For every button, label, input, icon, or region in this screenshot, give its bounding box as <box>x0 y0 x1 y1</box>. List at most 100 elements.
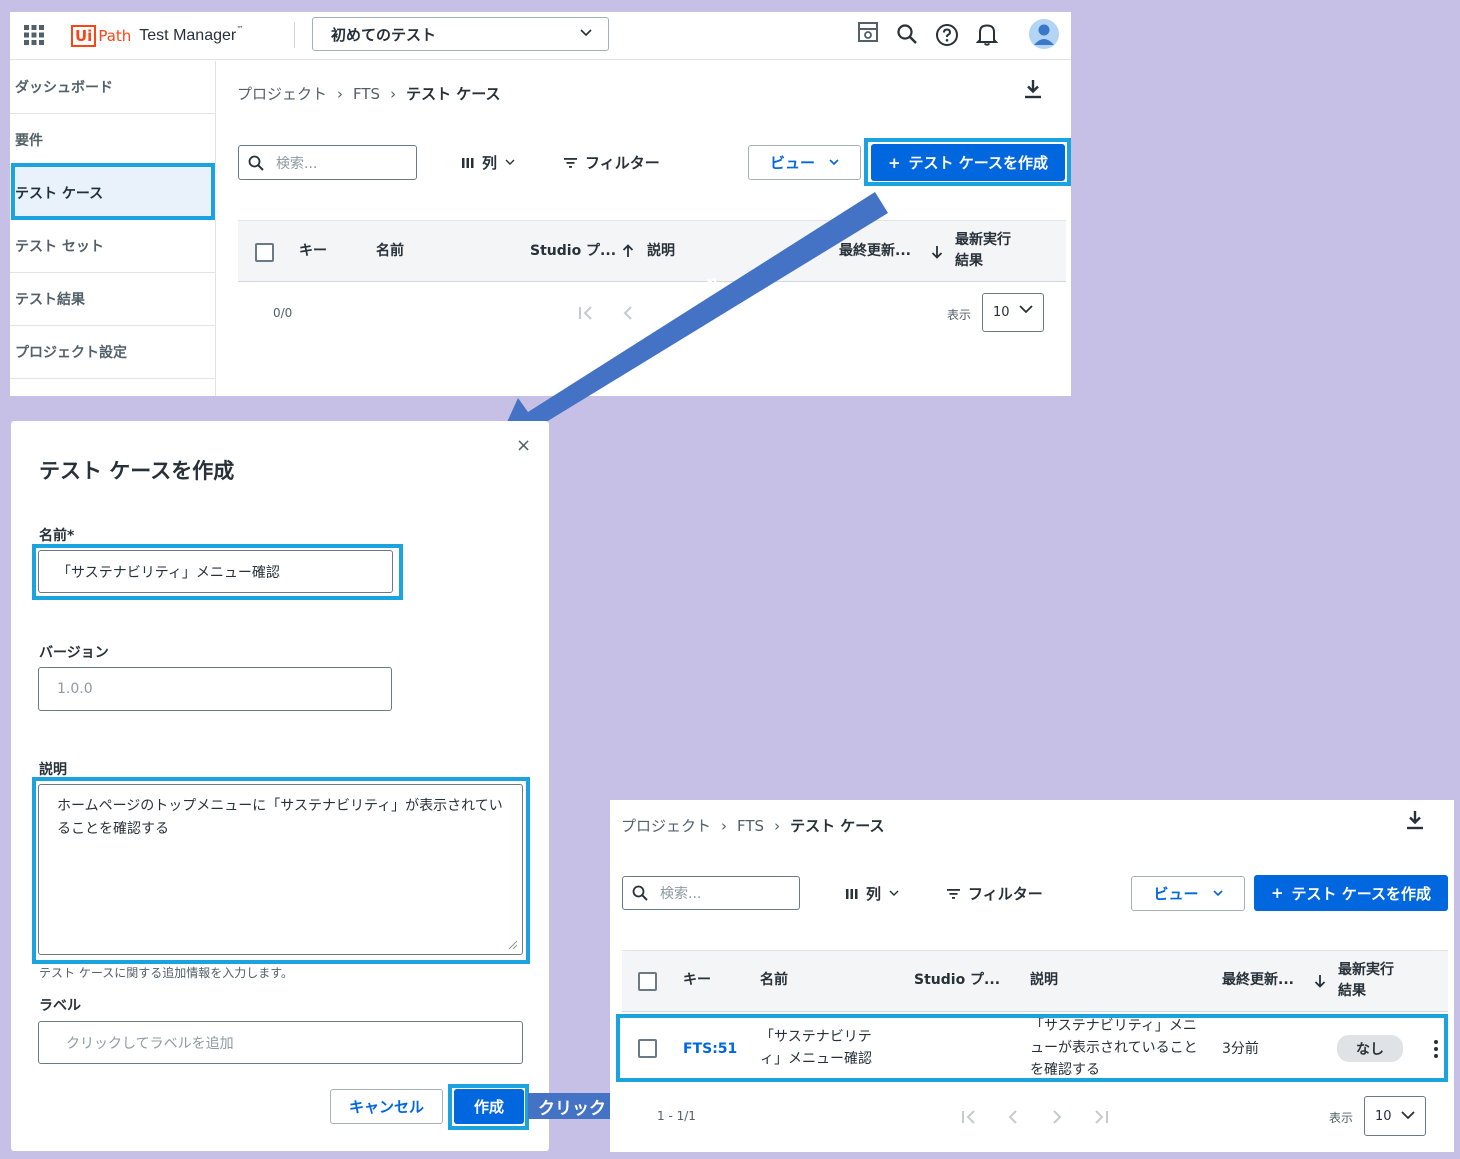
name-label: 名前* <box>39 528 75 544</box>
cancel-button[interactable]: キャンセル <box>330 1089 443 1124</box>
columns-button[interactable]: 列 <box>462 152 515 173</box>
resize-handle-icon[interactable] <box>508 940 518 950</box>
label-label: ラベル <box>39 998 81 1014</box>
project-selector[interactable]: 初めてのテスト <box>312 17 609 51</box>
sidebar-item-test-results[interactable]: テスト結果 <box>10 273 216 326</box>
columns-button[interactable]: 列 <box>846 883 899 904</box>
column-latest-result-line1: 最新実行 <box>1338 962 1394 978</box>
breadcrumb-fts[interactable]: FTS <box>737 817 764 835</box>
table-header: キー 名前 Studio プ... 説明 最終更新... 最新実行 結果 <box>622 950 1448 1012</box>
close-icon[interactable]: × <box>516 435 531 456</box>
table-row[interactable]: FTS:51 「サステナビリティ」メニュー確認 「サステナビリティ」メニューが表… <box>622 1014 1448 1082</box>
breadcrumb-separator: › <box>390 84 397 103</box>
column-latest-result-line2: 結果 <box>1338 983 1366 999</box>
filter-button[interactable]: フィルター <box>564 152 660 173</box>
row-description: 「サステナビリティ」メニューが表示されていることを確認する <box>1030 1018 1198 1078</box>
search-placeholder: 検索... <box>660 886 702 902</box>
first-page-icon[interactable] <box>960 1106 978 1130</box>
product-name: Test Manager <box>139 27 237 44</box>
page-size-label: 表示 <box>1329 1111 1354 1125</box>
app-launcher-icon[interactable] <box>24 25 44 45</box>
project-selector-value: 初めてのテスト <box>331 25 437 44</box>
sidebar-item-label: テスト ケース <box>15 186 104 202</box>
filter-button[interactable]: フィルター <box>947 883 1043 904</box>
page-size-label: 表示 <box>947 308 972 322</box>
page-size-value: 10 <box>993 305 1010 320</box>
last-page-icon[interactable] <box>1092 1106 1110 1130</box>
sidebar-item-project-settings[interactable]: プロジェクト設定 <box>10 326 216 379</box>
version-input[interactable]: 1.0.0 <box>38 667 392 711</box>
breadcrumb-fts[interactable]: FTS <box>353 85 380 103</box>
column-latest-result[interactable]: 最新実行 結果 <box>1338 960 1394 1002</box>
help-icon[interactable] <box>935 23 959 47</box>
version-label: バージョン <box>39 645 109 661</box>
more-options-icon[interactable] <box>1434 1040 1438 1061</box>
page-size-select[interactable]: 10 <box>1364 1096 1426 1136</box>
search-icon <box>632 885 648 901</box>
sidebar-item-label: テスト セット <box>15 239 104 255</box>
column-studio[interactable]: Studio プ... <box>914 970 1000 991</box>
column-key[interactable]: キー <box>299 241 327 262</box>
header-divider <box>294 22 295 48</box>
logo-path-text: Path <box>98 27 132 45</box>
create-test-case-label: テスト ケースを作成 <box>908 154 1049 172</box>
user-avatar[interactable] <box>1029 19 1059 49</box>
column-latest-result-line1: 最新実行 <box>955 232 1011 248</box>
trademark-mark: ™ <box>236 25 244 33</box>
view-label: ビュー <box>1153 885 1199 903</box>
chevron-down-icon <box>829 159 839 166</box>
chevron-down-icon <box>889 890 899 897</box>
create-test-case-button[interactable]: + テスト ケースを作成 <box>871 144 1065 181</box>
column-latest-result[interactable]: 最新実行 結果 <box>955 230 1011 272</box>
search-placeholder: 検索... <box>276 155 318 172</box>
description-label: 説明 <box>39 762 67 778</box>
select-all-checkbox[interactable] <box>638 972 657 991</box>
create-test-case-label: テスト ケースを作成 <box>1291 884 1432 903</box>
view-button[interactable]: ビュー <box>748 145 861 180</box>
columns-icon <box>462 157 474 168</box>
download-icon[interactable] <box>1023 78 1043 100</box>
create-test-case-button[interactable]: + テスト ケースを作成 <box>1254 875 1448 911</box>
breadcrumb-project[interactable]: プロジェクト <box>621 815 711 836</box>
search-icon[interactable] <box>896 23 918 45</box>
sort-desc-icon[interactable] <box>1314 974 1326 988</box>
sidebar-item-test-sets[interactable]: テスト セット <box>10 220 216 273</box>
store-icon[interactable] <box>857 21 879 43</box>
column-key[interactable]: キー <box>683 970 711 991</box>
row-key-link[interactable]: FTS:51 <box>683 1038 737 1060</box>
column-description[interactable]: 説明 <box>1030 970 1058 991</box>
version-input-placeholder: 1.0.0 <box>57 681 93 697</box>
breadcrumb-project[interactable]: プロジェクト <box>237 83 327 104</box>
app-header: Ui Path Test Manager ™ 初めてのテスト <box>10 12 1071 60</box>
download-icon[interactable] <box>1405 809 1425 831</box>
search-input[interactable]: 検索... <box>238 145 417 180</box>
columns-label: 列 <box>482 154 498 172</box>
create-test-case-dialog: テスト ケースを作成 × 名前* 「サステナビリティ」メニュー確認 バージョン … <box>11 421 549 1151</box>
description-textarea[interactable]: ホームページのトップメニューに「サステナビリティ」が表示されていることを確認する <box>38 784 523 955</box>
column-name[interactable]: 名前 <box>760 970 788 991</box>
select-all-checkbox[interactable] <box>255 243 274 262</box>
description-hint: テスト ケースに関する追加情報を入力します。 <box>39 966 294 980</box>
column-last-updated[interactable]: 最終更新... <box>1222 970 1294 991</box>
prev-page-icon[interactable] <box>1007 1106 1019 1130</box>
uipath-logo[interactable]: Ui Path Test Manager ™ <box>71 23 243 49</box>
row-name: 「サステナビリティ」メニュー確認 <box>760 1029 872 1067</box>
sort-desc-icon[interactable] <box>931 245 943 259</box>
page-size-select[interactable]: 10 <box>982 293 1044 332</box>
sidebar-item-dashboard[interactable]: ダッシュボード <box>10 61 216 114</box>
sidebar-item-requirements[interactable]: 要件 <box>10 114 216 167</box>
chevron-down-icon <box>1019 303 1033 317</box>
label-input[interactable]: クリックしてラベルを追加 <box>38 1021 523 1064</box>
create-button[interactable]: 作成 <box>454 1089 524 1124</box>
name-input[interactable]: 「サステナビリティ」メニュー確認 <box>38 550 393 593</box>
search-input[interactable]: 検索... <box>622 876 800 910</box>
columns-icon <box>846 888 858 899</box>
notification-bell-icon[interactable] <box>976 22 998 46</box>
sidebar-item-test-cases[interactable]: テスト ケース <box>10 167 216 220</box>
column-name[interactable]: 名前 <box>376 241 404 262</box>
row-checkbox[interactable] <box>638 1039 657 1058</box>
chevron-down-icon <box>1212 890 1223 897</box>
next-page-icon[interactable] <box>1051 1106 1063 1130</box>
view-button[interactable]: ビュー <box>1131 876 1245 911</box>
description-textarea-value: ホームページのトップメニューに「サステナビリティ」が表示されていることを確認する <box>57 798 503 837</box>
